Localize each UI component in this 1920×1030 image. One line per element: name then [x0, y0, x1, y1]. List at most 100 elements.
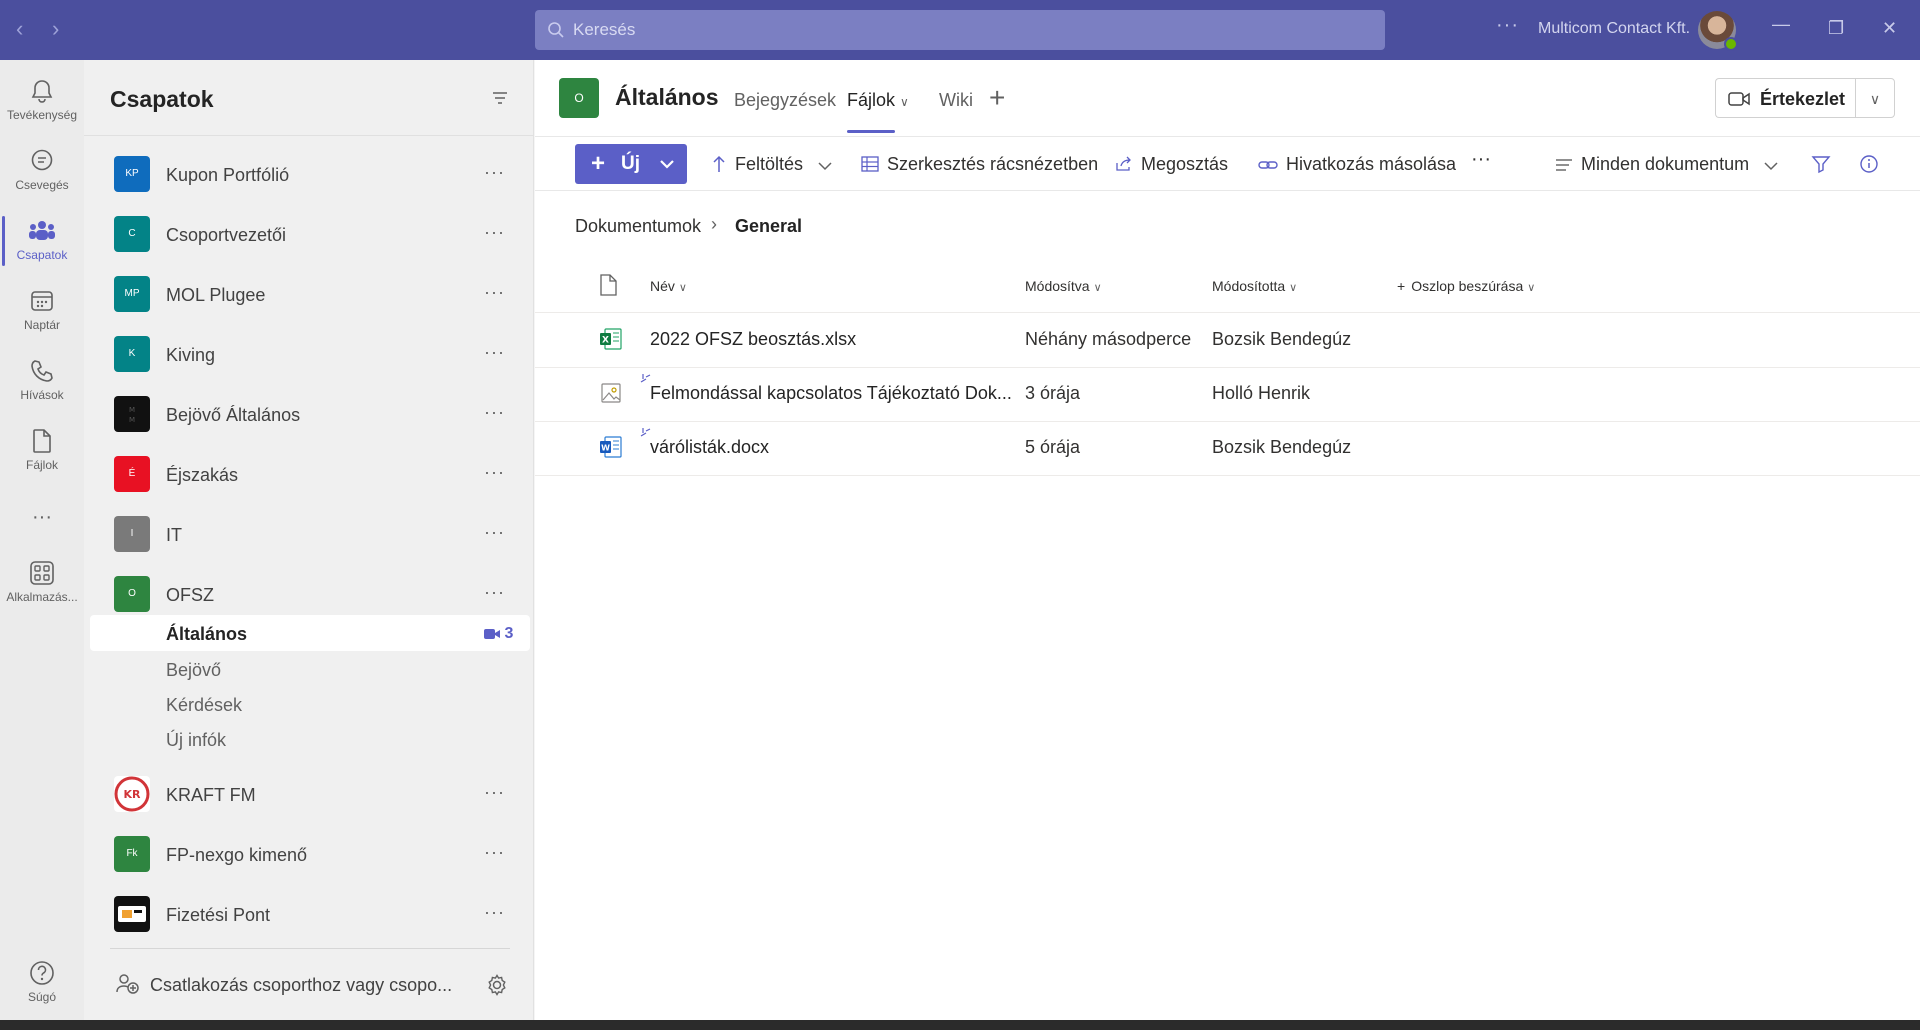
column-modified[interactable]: Módosítva ∨ — [1025, 278, 1102, 294]
team-item[interactable]: O OFSZ ··· — [84, 566, 534, 616]
channel-item[interactable]: Bejövő — [166, 660, 221, 681]
main-content: O Általános Bejegyzések Fájlok ∨ Wiki + … — [535, 60, 1920, 1020]
divider — [535, 190, 1920, 191]
close-icon[interactable]: ✕ — [1882, 18, 1897, 39]
channel-title: Általános — [615, 84, 719, 110]
more-icon[interactable]: ··· — [484, 222, 505, 243]
grid-edit-button[interactable]: Szerkesztés rácsnézetben — [861, 154, 1098, 175]
more-icon[interactable]: ··· — [484, 582, 505, 603]
view-selector[interactable]: Minden dokumentum — [1555, 154, 1786, 175]
more-icon[interactable]: ··· — [484, 902, 505, 923]
new-button[interactable]: + Új — [575, 144, 687, 184]
settings-more-icon[interactable]: ··· — [1496, 14, 1519, 37]
team-item[interactable]: É Éjszakás ··· — [84, 446, 534, 496]
team-item[interactable]: Fizetési Pont ··· — [84, 886, 534, 936]
team-item[interactable]: KR KRAFT FM ··· — [84, 766, 534, 816]
join-team-button[interactable]: Csatlakozás csoporthoz vagy csopo... — [116, 973, 452, 996]
table-row[interactable]: X 2022 OFSZ beosztás.xlsx Néhány másodpe… — [535, 313, 1920, 367]
back-arrow-icon[interactable]: ‹ — [16, 18, 23, 40]
more-icon[interactable]: ··· — [484, 282, 505, 303]
rail-more-icon[interactable]: ··· — [0, 506, 84, 529]
column-modified-label: Módosítva — [1025, 278, 1090, 294]
rail-chat[interactable]: Csevegés — [0, 138, 84, 204]
channel-avatar: O — [559, 78, 599, 118]
tab-files[interactable]: Fájlok ∨ — [847, 90, 909, 111]
table-row[interactable]: W várólisták.docx 5 órája Bozsik Bendegú… — [535, 421, 1920, 475]
team-avatar: O — [114, 576, 150, 612]
search-box[interactable] — [535, 10, 1385, 50]
table-row[interactable]: Felmondással kapcsolatos Tájékoztató Dok… — [535, 367, 1920, 421]
more-commands-icon[interactable]: ··· — [1471, 148, 1491, 171]
more-icon[interactable]: ··· — [484, 522, 505, 543]
add-column-button[interactable]: + Oszlop beszúrása ∨ — [1397, 278, 1535, 294]
rail-help[interactable]: Súgó — [0, 950, 84, 1016]
presence-available-icon — [1724, 37, 1738, 51]
file-name[interactable]: 2022 OFSZ beosztás.xlsx — [650, 329, 856, 350]
file-name[interactable]: Felmondással kapcsolatos Tájékoztató Dok… — [650, 383, 1012, 404]
team-item[interactable]: MM Bejövő Általános ··· — [84, 386, 534, 436]
filter-funnel-icon[interactable] — [1811, 154, 1831, 174]
team-item[interactable]: KP Kupon Portfólió ··· — [84, 146, 534, 196]
rail-apps[interactable]: Alkalmazás... — [0, 550, 84, 616]
svg-text:M: M — [129, 406, 135, 414]
chevron-down-icon: ∨ — [678, 282, 687, 294]
team-item[interactable]: C Csoportvezetői ··· — [84, 206, 534, 256]
chevron-down-icon — [660, 160, 674, 169]
team-name: Kupon Portfólió — [166, 165, 290, 185]
more-icon[interactable]: ··· — [484, 462, 505, 483]
forward-arrow-icon[interactable]: › — [52, 18, 59, 40]
share-icon — [1116, 156, 1131, 171]
filter-icon[interactable] — [490, 88, 510, 108]
team-item[interactable]: Fk FP-nexgo kimenő ··· — [84, 826, 534, 876]
upload-button[interactable]: Feltöltés — [711, 154, 840, 175]
breadcrumb-root[interactable]: Dokumentumok — [575, 216, 701, 237]
rail-files[interactable]: Fájlok — [0, 418, 84, 484]
more-icon[interactable]: ··· — [484, 842, 505, 863]
file-name[interactable]: várólisták.docx — [650, 437, 769, 458]
team-avatar: K — [114, 336, 150, 372]
rail-calendar[interactable]: Naptár — [0, 278, 84, 344]
minimize-icon[interactable]: — — [1772, 14, 1790, 35]
column-name-label: Név — [650, 278, 675, 294]
team-avatar: MM — [114, 396, 150, 432]
team-item[interactable]: I IT ··· — [84, 506, 534, 556]
file-icon — [33, 429, 51, 453]
more-icon[interactable]: ··· — [484, 402, 505, 423]
rail-calls[interactable]: Hívások — [0, 348, 84, 414]
meet-button[interactable]: Értekezlet — [1715, 78, 1855, 118]
share-label: Megosztás — [1141, 154, 1229, 174]
maximize-icon[interactable]: ❐ — [1828, 18, 1844, 39]
team-item[interactable]: MP MOL Plugee ··· — [84, 266, 534, 316]
channel-item[interactable]: Új infók — [166, 730, 226, 751]
channel-item-active[interactable] — [90, 615, 530, 651]
divider — [110, 948, 510, 949]
tab-posts[interactable]: Bejegyzések — [734, 90, 836, 111]
column-name[interactable]: Név ∨ — [650, 278, 687, 294]
gear-icon[interactable] — [486, 974, 508, 996]
share-button[interactable]: Megosztás — [1115, 154, 1228, 175]
team-item[interactable]: K Kiving ··· — [84, 326, 534, 376]
document-type-icon[interactable] — [599, 274, 617, 296]
more-icon[interactable]: ··· — [484, 162, 505, 183]
meet-dropdown-chevron-icon[interactable]: ∨ — [1855, 78, 1895, 118]
rail-teams[interactable]: Csapatok — [0, 208, 84, 274]
user-avatar[interactable] — [1698, 11, 1738, 51]
tab-wiki[interactable]: Wiki — [939, 90, 973, 111]
add-tab-icon[interactable]: + — [989, 82, 1005, 114]
team-avatar: KP — [114, 156, 150, 192]
search-input[interactable] — [573, 10, 1373, 50]
column-modified-by[interactable]: Módosította ∨ — [1212, 278, 1297, 294]
org-name[interactable]: Multicom Contact Kft. — [1538, 20, 1690, 38]
info-icon[interactable] — [1859, 154, 1879, 174]
more-icon[interactable]: ··· — [484, 342, 505, 363]
copy-link-button[interactable]: Hivatkozás másolása — [1258, 154, 1456, 175]
more-icon[interactable]: ··· — [484, 782, 505, 803]
rail-activity[interactable]: Tevékenység — [0, 68, 84, 134]
word-file-icon: W — [600, 436, 622, 458]
channel-item[interactable]: Általános — [166, 624, 247, 645]
payment-card-icon — [118, 906, 146, 922]
meeting-indicator[interactable]: 3 — [484, 625, 513, 643]
column-modified-by-label: Módosította — [1212, 278, 1286, 294]
team-logo-icon: MM — [129, 406, 135, 424]
channel-item[interactable]: Kérdések — [166, 695, 242, 716]
